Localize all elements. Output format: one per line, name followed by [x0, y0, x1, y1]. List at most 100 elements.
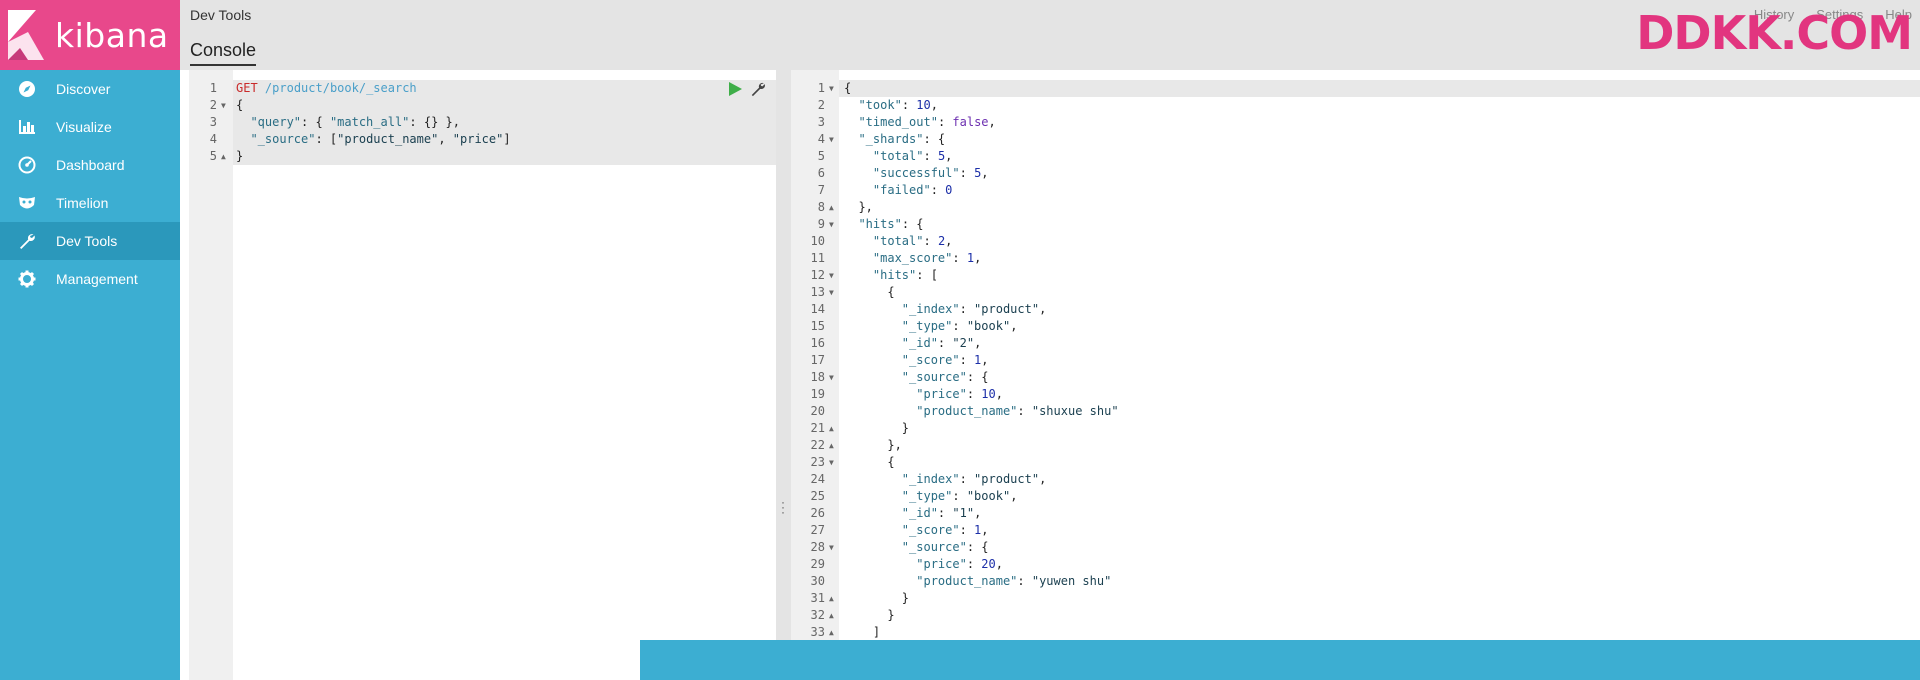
token-str: "2"	[952, 336, 975, 350]
code-text: {	[844, 80, 851, 97]
code-text: "_index": "product",	[844, 471, 1047, 488]
fold-open-icon[interactable]: ▼	[829, 216, 834, 233]
code-line[interactable]: 32 ▲ }	[791, 607, 1920, 624]
fold-open-icon[interactable]: ▼	[829, 80, 834, 97]
code-line[interactable]: 30 "product_name": "yuwen shu"	[791, 573, 1920, 590]
code-line[interactable]: 10 "total": 2,	[791, 233, 1920, 250]
token-punc: :	[923, 149, 938, 163]
code-text: "_source": {	[844, 369, 989, 386]
sidebar-item-dev-tools[interactable]: Dev Tools	[0, 222, 180, 260]
code-line[interactable]: 6 "successful": 5,	[791, 165, 1920, 182]
request-editor[interactable]: 1 GET /product/book/_search 2 ▼{3 "query": …	[189, 70, 776, 680]
tab-console[interactable]: Console	[190, 40, 257, 66]
code-line[interactable]: 3 "query": { "match_all": {} },	[189, 114, 776, 131]
fold-close-icon[interactable]: ▲	[829, 199, 834, 216]
sidebar-item-visualize[interactable]: Visualize	[0, 108, 180, 146]
code-line[interactable]: 29 "price": 20,	[791, 556, 1920, 573]
code-line[interactable]: 2 ▼ {	[189, 97, 776, 114]
sidebar-item-label: Timelion	[56, 195, 109, 211]
code-line[interactable]: 7 "failed": 0	[791, 182, 1920, 199]
fold-open-icon[interactable]: ▼	[829, 131, 834, 148]
code-line[interactable]: 14 "_index": "product",	[791, 301, 1920, 318]
token-punc: : [	[916, 268, 938, 282]
fold-close-icon[interactable]: ▲	[829, 420, 834, 437]
token-punc: :	[901, 98, 917, 112]
code-line[interactable]: 17 "_score": 1,	[791, 352, 1920, 369]
code-line[interactable]: 11 "max_score": 1,	[791, 250, 1920, 267]
code-line[interactable]: 5 ▲}	[189, 148, 776, 165]
code-line[interactable]: 1 ▼ {	[791, 80, 1920, 97]
code-line[interactable]: 16 "_id": "2",	[791, 335, 1920, 352]
code-line[interactable]: 13 ▼ {	[791, 284, 1920, 301]
fold-open-icon[interactable]: ▼	[829, 267, 834, 284]
token-punc: :	[1017, 574, 1032, 588]
code-line[interactable]: 25 "_type": "book",	[791, 488, 1920, 505]
code-line[interactable]: 23 ▼ {	[791, 454, 1920, 471]
token-key: "_source"	[250, 132, 316, 146]
fold-close-icon[interactable]: ▲	[829, 607, 834, 624]
fold-close-icon[interactable]: ▲	[221, 148, 226, 165]
token-punc: ,	[930, 98, 938, 112]
dashboard-icon	[17, 155, 37, 175]
line-number: 4	[209, 132, 217, 146]
code-line[interactable]: 3 "timed_out": false,	[791, 114, 1920, 131]
code-line[interactable]: 4 ▼ "_shards": {	[791, 131, 1920, 148]
fold-open-icon[interactable]: ▼	[829, 454, 834, 471]
code-line[interactable]: 15 "_type": "book",	[791, 318, 1920, 335]
app-name: kibana	[55, 16, 169, 55]
play-icon[interactable]	[728, 82, 742, 96]
code-line[interactable]: 8 ▲ },	[791, 199, 1920, 216]
code-line[interactable]: 24 "_index": "product",	[791, 471, 1920, 488]
code-line[interactable]: 33 ▲ ]	[791, 624, 1920, 641]
watermark: DDKK.COM	[1636, 6, 1913, 60]
token-key: "failed"	[872, 183, 931, 197]
editor-resize-handle[interactable]: · · ·	[776, 70, 791, 680]
token-punc: :	[952, 489, 967, 503]
code-line[interactable]: 12 ▼ "hits": [	[791, 267, 1920, 284]
sidebar-item-management[interactable]: Management	[0, 260, 180, 298]
code-line[interactable]: 20 "product_name": "shuxue shu"	[791, 403, 1920, 420]
fold-close-icon[interactable]: ▲	[829, 437, 834, 454]
line-number: 10	[810, 234, 825, 248]
token-punc: ,	[981, 353, 989, 367]
token-punc: }	[236, 149, 244, 163]
token-punc	[236, 115, 250, 129]
code-line[interactable]: 21 ▲ }	[791, 420, 1920, 437]
token-str: "yuwen shu"	[1031, 574, 1112, 588]
fold-open-icon[interactable]: ▼	[829, 284, 834, 301]
code-line[interactable]: 5 "total": 5,	[791, 148, 1920, 165]
code-line[interactable]: 27 "_score": 1,	[791, 522, 1920, 539]
code-text: "failed": 0	[844, 182, 952, 199]
response-editor[interactable]: 1 ▼{2 "took": 10, 3 "timed_out": false, 4 ▼ …	[791, 70, 1920, 680]
sidebar-item-discover[interactable]: Discover	[0, 70, 180, 108]
code-line[interactable]: 2 "took": 10,	[791, 97, 1920, 114]
fold-open-icon[interactable]: ▼	[829, 539, 834, 556]
code-line[interactable]: 4 "_source": ["product_name", "price"]	[189, 131, 776, 148]
wrench-icon[interactable]	[750, 81, 766, 97]
token-punc: :	[952, 319, 967, 333]
kibana-logo[interactable]: kibana	[0, 0, 180, 70]
token-str: "price"	[452, 132, 504, 146]
code-line[interactable]: 26 "_id": "1",	[791, 505, 1920, 522]
sidebar-item-dashboard[interactable]: Dashboard	[0, 146, 180, 184]
code-line[interactable]: 9 ▼ "hits": {	[791, 216, 1920, 233]
fold-close-icon[interactable]: ▲	[829, 624, 834, 641]
code-line[interactable]: 18 ▼ "_source": {	[791, 369, 1920, 386]
token-method: GET	[236, 81, 258, 95]
token-punc: ,	[1039, 302, 1047, 316]
code-line[interactable]: 22 ▲ },	[791, 437, 1920, 454]
token-punc: ,	[981, 166, 989, 180]
token-punc: :	[959, 302, 975, 316]
code-line[interactable]: 31 ▲ }	[791, 590, 1920, 607]
fold-close-icon[interactable]: ▲	[829, 590, 834, 607]
fold-open-icon[interactable]: ▼	[829, 369, 834, 386]
code-line[interactable]: 1 GET /product/book/_search	[189, 80, 776, 97]
code-line[interactable]: 19 "price": 10,	[791, 386, 1920, 403]
token-key: "price"	[916, 387, 967, 401]
token-punc	[258, 81, 265, 95]
fold-open-icon[interactable]: ▼	[221, 97, 226, 114]
sidebar-item-timelion[interactable]: Timelion	[0, 184, 180, 222]
token-key: "_source"	[901, 540, 967, 554]
code-line[interactable]: 28 ▼ "_source": {	[791, 539, 1920, 556]
token-str: "book"	[966, 489, 1011, 503]
